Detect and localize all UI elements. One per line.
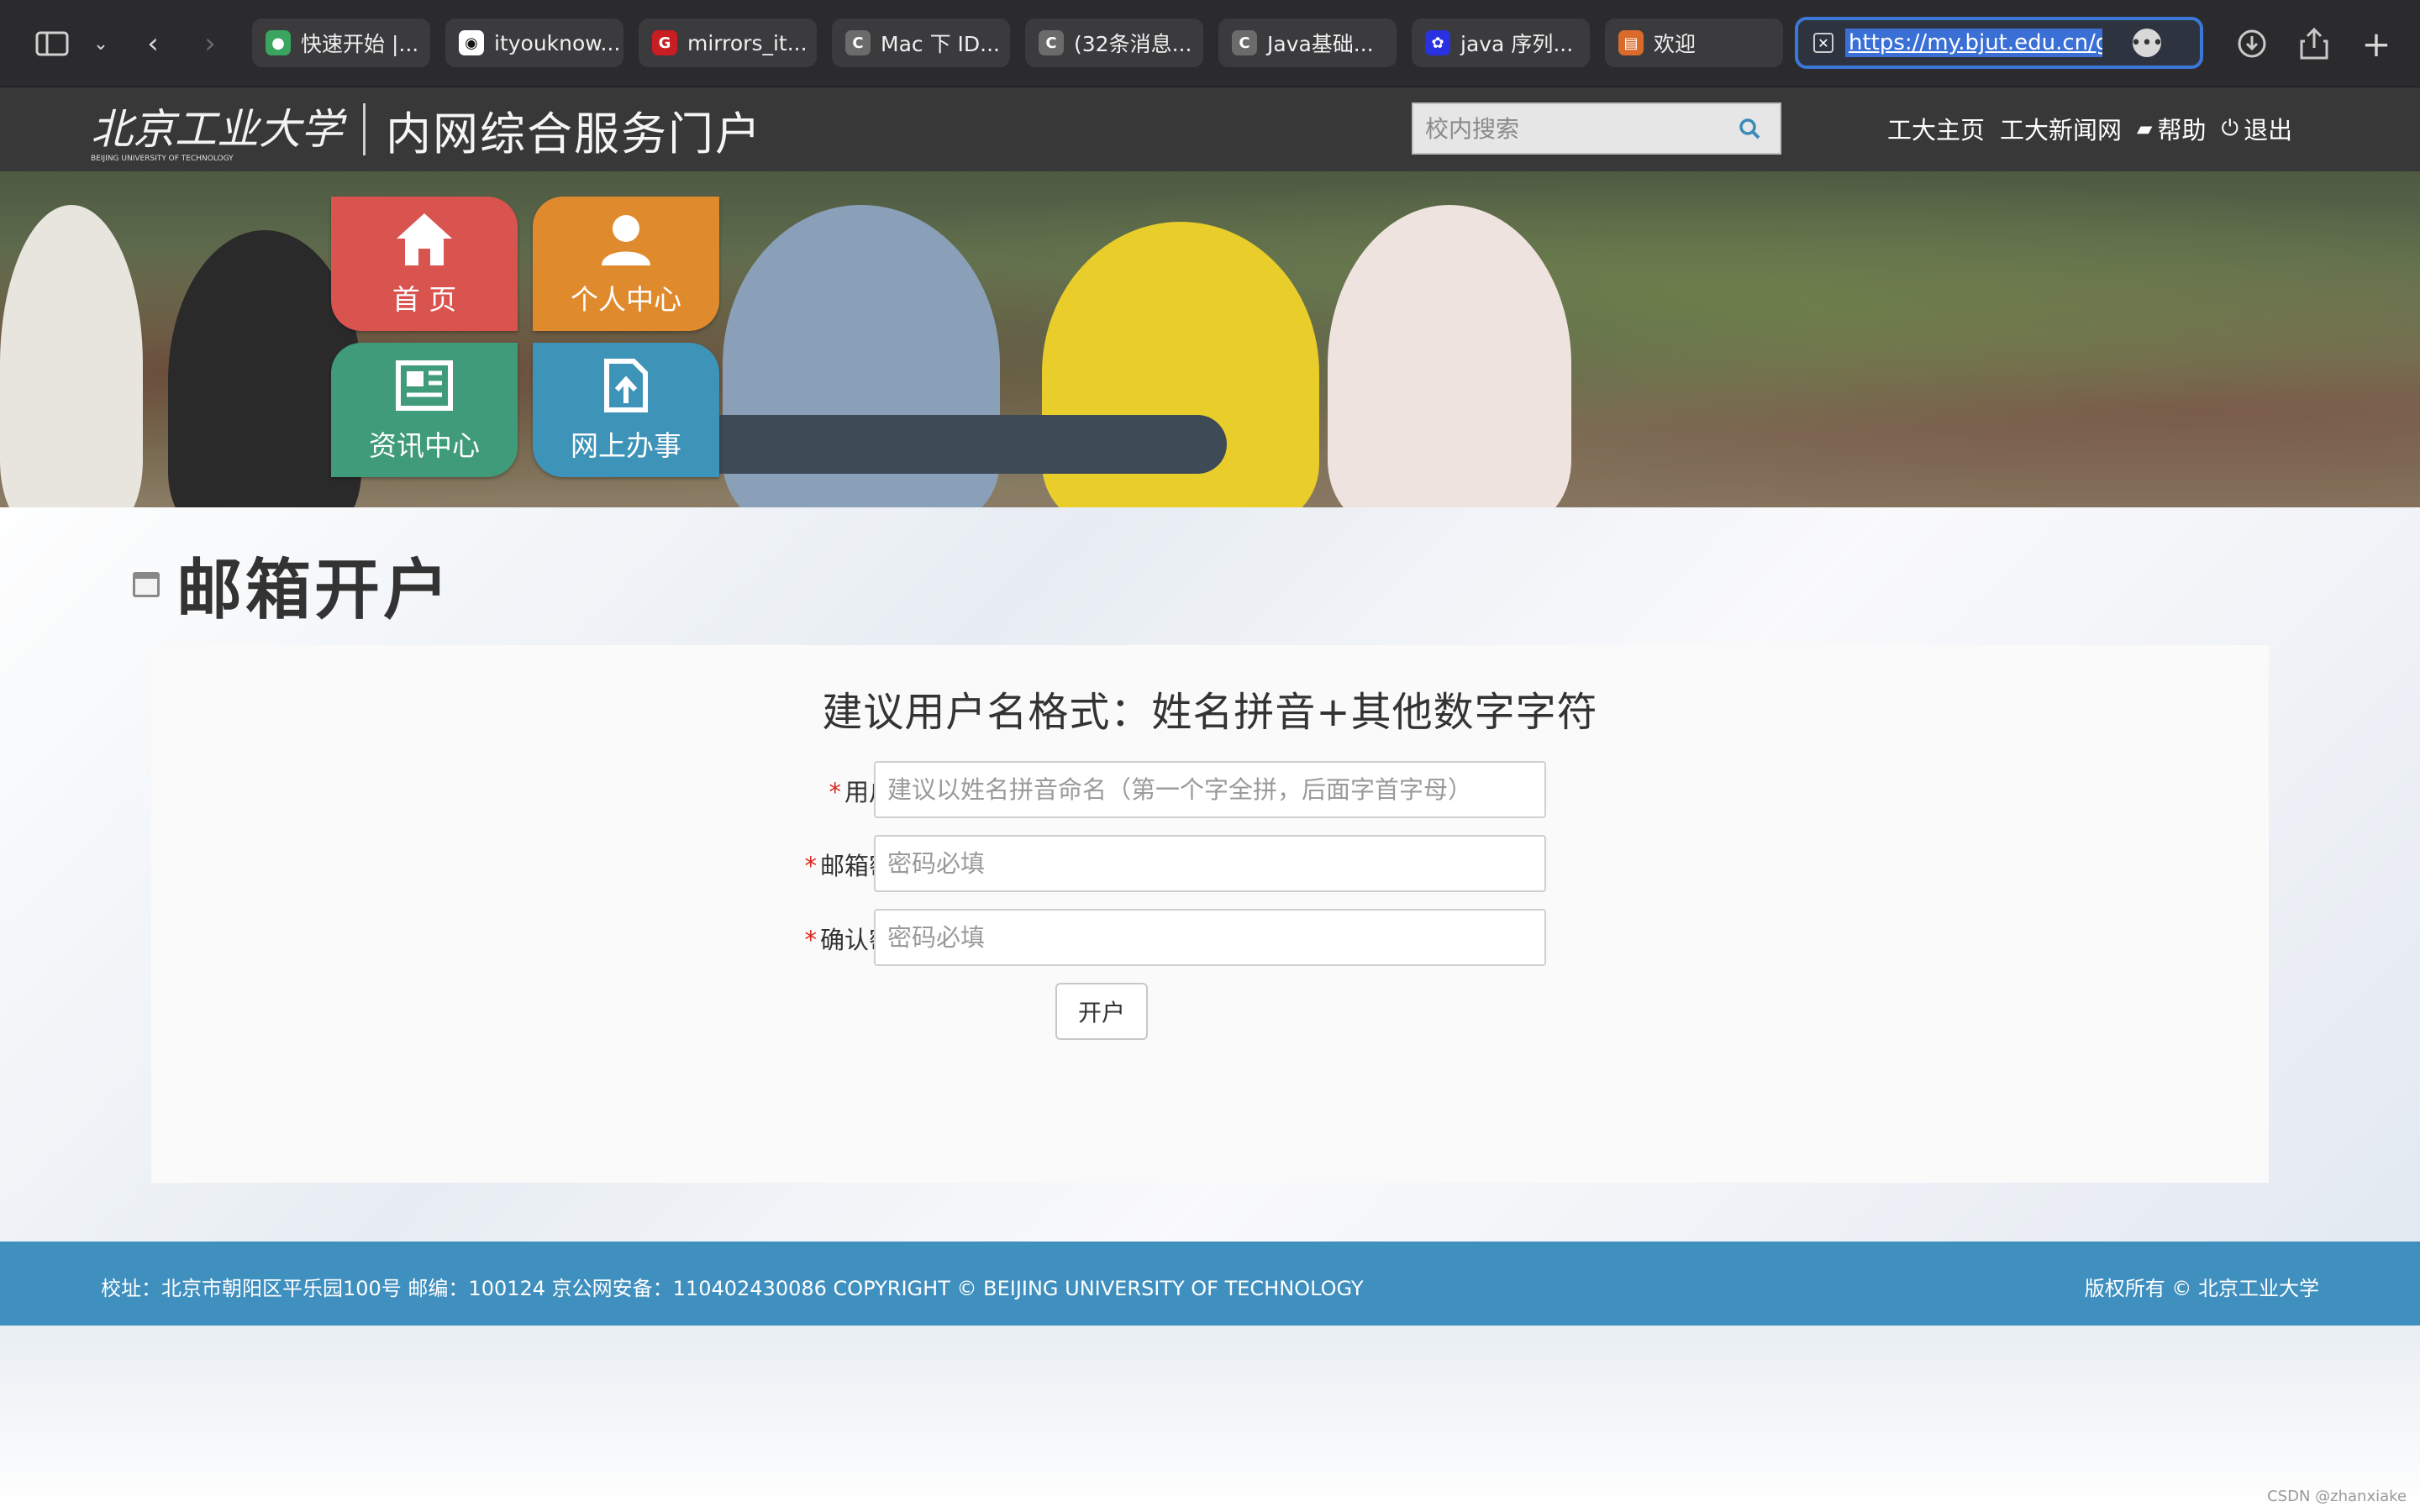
logo-subtext: BEIJING UNIVERSITY OF TECHNOLOGY: [91, 155, 234, 163]
logo-divider: [363, 103, 366, 155]
browser-tab[interactable]: ▤ 欢迎: [1605, 18, 1783, 67]
browser-tab[interactable]: C (32条消息...: [1025, 18, 1203, 67]
power-icon: ⏻: [2221, 115, 2239, 141]
leaf-icon: ●: [266, 30, 291, 55]
tile-home[interactable]: 首 页: [331, 197, 518, 331]
user-icon: [602, 215, 650, 265]
tile-online-service-label: 网上办事: [571, 429, 681, 462]
github-icon: ◉: [459, 30, 484, 55]
search-input[interactable]: [1413, 113, 1733, 144]
gitee-icon: G: [652, 30, 677, 55]
form-panel: 建议用户名格式：姓名拼音+其他数字字符 *用户名 *邮箱密码 *确认密码 开户: [151, 645, 2269, 1183]
tab-label: 快速开始 |...: [301, 32, 419, 56]
bjut-icon: ▤: [1618, 30, 1644, 55]
search-icon[interactable]: [1733, 112, 1766, 145]
browser-tab[interactable]: C Java基础...: [1218, 18, 1397, 67]
csdn-icon: C: [1039, 30, 1064, 55]
password-input[interactable]: [874, 835, 1546, 892]
username-input[interactable]: [874, 761, 1546, 818]
address-bar[interactable]: ✕ https://my.bjut.edu.cn/group •••: [1795, 17, 2203, 69]
page-title-wrap: 邮箱开户: [133, 538, 452, 632]
browser-tab[interactable]: G mirrors_it...: [639, 18, 817, 67]
username-hint: 建议用户名格式：姓名拼音+其他数字字符: [822, 689, 1598, 736]
tab-label: (32条消息...: [1074, 32, 1192, 56]
footer-address: 校址：北京市朝阳区平乐园100号 邮编：100124 京公网安备：1104024…: [101, 1277, 1364, 1300]
footer-copyright: 版权所有 © 北京工业大学: [2084, 1277, 2319, 1300]
link-help[interactable]: ▰ 帮助: [2137, 111, 2206, 146]
required-mark: *: [829, 778, 841, 806]
banner-figure: [0, 205, 143, 507]
link-help-label: 帮助: [2157, 116, 2207, 144]
site-header: 北京工业大学 BEIJING UNIVERSITY OF TECHNOLOGY …: [0, 87, 2420, 171]
page-title: 邮箱开户: [176, 553, 453, 628]
browser-tab[interactable]: C Mac 下 ID...: [832, 18, 1010, 67]
baidu-icon: ✿: [1425, 30, 1450, 55]
tab-label: Java基础...: [1267, 32, 1374, 56]
browser-tab[interactable]: ◉ ityouknow...: [445, 18, 623, 67]
calendar-icon: [133, 572, 160, 597]
banner-figure: [1328, 205, 1571, 507]
link-logout[interactable]: ⏻ 退出: [2222, 111, 2293, 146]
top-links: 工大主页 工大新闻网 ▰ 帮助 ⏻ 退出: [1887, 111, 2292, 146]
tab-label: 欢迎: [1654, 32, 1697, 56]
site-footer: 校址：北京市朝阳区平乐园100号 邮编：100124 京公网安备：1104024…: [0, 1242, 2420, 1326]
logo-text: 北京工业大学: [91, 105, 343, 154]
tab-label: Mac 下 ID...: [881, 32, 1000, 56]
sidebar-toggle-icon[interactable]: [29, 20, 76, 67]
required-mark: *: [804, 926, 817, 954]
upload-document-icon: [604, 359, 648, 412]
tile-news[interactable]: 资讯中心: [331, 343, 518, 477]
house-icon: [397, 213, 452, 265]
link-news[interactable]: 工大新闻网: [2000, 111, 2122, 146]
form-row-password: * 邮箱密码: [151, 835, 2269, 892]
watermark: CSDN @zhanxiake: [2267, 1488, 2407, 1505]
tab-label: mirrors_it...: [687, 30, 808, 55]
tile-news-label: 资讯中心: [369, 429, 480, 462]
tile-online-service[interactable]: 网上办事: [533, 343, 719, 477]
browser-tab[interactable]: ✿ java 序列...: [1412, 18, 1590, 67]
search-box: [1412, 102, 1781, 155]
browser-toolbar: ⌄ ‹ › ● 快速开始 |... ◉ ityouknow... G mirro…: [0, 0, 2420, 87]
tab-label: ityouknow...: [494, 30, 621, 55]
university-logo[interactable]: 北京工业大学 BEIJING UNIVERSITY OF TECHNOLOGY …: [91, 101, 762, 163]
book-icon: ▰: [2137, 117, 2153, 140]
open-account-button[interactable]: 开户: [1055, 983, 1148, 1040]
close-icon[interactable]: ✕: [1813, 33, 1833, 53]
tile-personal[interactable]: 个人中心: [533, 197, 719, 331]
bottom-background: [0, 1326, 2420, 1512]
back-icon[interactable]: ‹: [129, 20, 176, 67]
chevron-down-icon[interactable]: ⌄: [77, 20, 124, 67]
download-icon[interactable]: [2228, 20, 2275, 67]
form-row-username: *用户名: [151, 761, 2269, 818]
required-mark: *: [804, 852, 817, 880]
link-logout-label: 退出: [2244, 116, 2293, 144]
banner-photo: 首 页 个人中心 资讯中心 网上办事: [0, 171, 2420, 507]
tile-home-label: 首 页: [392, 283, 457, 316]
newspaper-icon: [396, 360, 453, 411]
tile-personal-label: 个人中心: [571, 283, 681, 316]
forward-icon[interactable]: ›: [187, 20, 234, 67]
guitar: [639, 415, 1227, 474]
new-tab-icon[interactable]: +: [2353, 20, 2400, 67]
link-home[interactable]: 工大主页: [1887, 111, 1985, 146]
share-icon[interactable]: [2291, 20, 2338, 67]
csdn-icon: C: [1232, 30, 1257, 55]
confirm-password-input[interactable]: [874, 909, 1546, 966]
form-row-confirm: * 确认密码: [151, 909, 2269, 966]
url-text[interactable]: https://my.bjut.edu.cn/group: [1845, 29, 2102, 57]
csdn-icon: C: [845, 30, 871, 55]
tab-label: java 序列...: [1460, 32, 1574, 56]
browser-tab[interactable]: ● 快速开始 |...: [252, 18, 430, 67]
portal-title: 内网综合服务门户: [386, 107, 762, 160]
more-icon[interactable]: •••: [2131, 29, 2163, 57]
